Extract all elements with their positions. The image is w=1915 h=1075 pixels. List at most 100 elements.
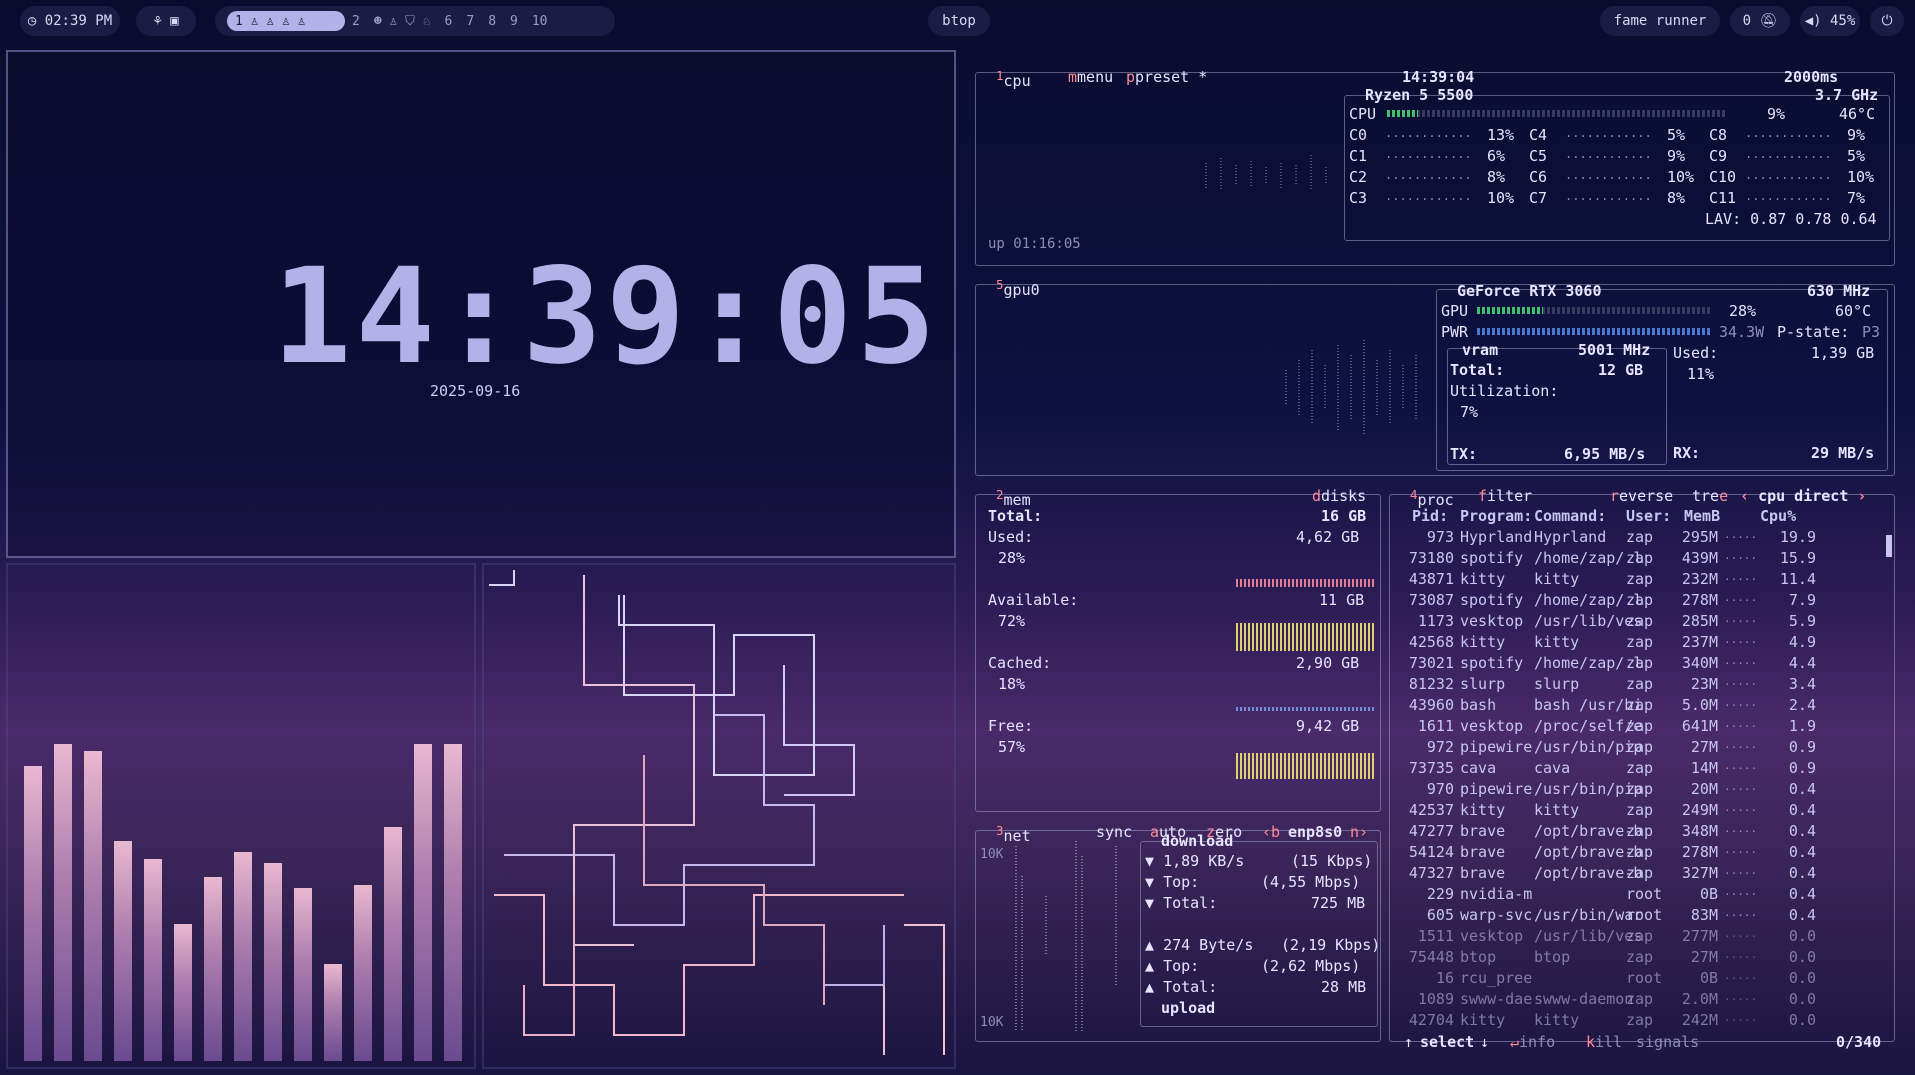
workspace-6[interactable]: 6: [445, 14, 453, 29]
proc-filter[interactable]: filter: [1478, 487, 1532, 505]
mem-available-value: 11 GB: [1319, 591, 1365, 609]
proc-user: zap: [1626, 822, 1654, 840]
notifications-pill[interactable]: 0 🔕︎: [1730, 6, 1790, 36]
workspace-9[interactable]: 9: [510, 14, 518, 29]
proc-pid: 73087: [1408, 591, 1454, 609]
network-icon[interactable]: ⚘: [153, 13, 170, 29]
proc-tree[interactable]: tree: [1692, 487, 1728, 505]
net-interface[interactable]: enp8s0: [1288, 823, 1342, 841]
active-window-title: btop: [942, 13, 976, 29]
proc-sort[interactable]: ‹ cpu direct ›: [1740, 487, 1866, 505]
proc-scrollbar[interactable]: [1886, 535, 1892, 557]
update-interval[interactable]: 2000ms: [1784, 68, 1838, 86]
proc-user: zap: [1626, 654, 1654, 672]
proc-mem: 277M: [1681, 927, 1718, 945]
proc-cpu: 0.9: [1788, 738, 1816, 756]
pid-header[interactable]: Pid:: [1412, 507, 1448, 525]
disks-tab[interactable]: ddisks: [1312, 487, 1366, 505]
cava-bar: [384, 827, 402, 1061]
net-next[interactable]: n›: [1350, 823, 1368, 841]
mem-used-value: 4,62 GB: [1296, 528, 1360, 546]
gpu-tab[interactable]: 5gpu0: [996, 277, 1040, 299]
pstate-label: P-state:: [1777, 323, 1850, 341]
cpu-core-graph: ............: [1385, 189, 1472, 203]
cpu-tab[interactable]: 1cpu: [996, 68, 1031, 90]
vram-total-label: Total:: [1450, 361, 1505, 379]
workspace-2[interactable]: 2: [352, 14, 360, 29]
proc-mem: 23M: [1690, 675, 1718, 693]
pipes-window[interactable]: [482, 563, 956, 1069]
user-header[interactable]: User:: [1626, 507, 1671, 525]
proc-pid: 1511: [1417, 927, 1454, 945]
proc-user: zap: [1626, 1011, 1654, 1029]
gpu-graph: [1285, 340, 1417, 435]
workspace-10[interactable]: 10: [532, 14, 548, 29]
mem-header[interactable]: MemB: [1684, 507, 1720, 525]
active-window-pill[interactable]: btop: [928, 6, 990, 36]
clock-window[interactable]: 14:39:05 2025-09-16: [6, 50, 956, 558]
proc-command: kitty: [1534, 633, 1580, 651]
menu-tab[interactable]: mmenu: [1068, 68, 1113, 86]
cpu-header[interactable]: Cpu%: [1760, 507, 1796, 525]
notification-count: 0: [1742, 13, 1752, 29]
proc-cpu: 0.4: [1788, 822, 1816, 840]
command-header[interactable]: Command:: [1534, 507, 1606, 525]
proc-cpu-graph: .....: [1724, 717, 1758, 730]
proc-reverse[interactable]: reverse: [1610, 487, 1673, 505]
volume-pill[interactable]: ◀) 45%: [1800, 6, 1860, 36]
cpu-core-pct: 8%: [1667, 189, 1686, 207]
power-pill[interactable]: ⏻: [1870, 6, 1904, 36]
media-pill[interactable]: fame runner: [1600, 6, 1720, 36]
preset-tab[interactable]: ppreset *: [1126, 68, 1207, 86]
proc-cpu: 0.0: [1788, 969, 1816, 987]
proc-program: slurp: [1460, 675, 1506, 693]
cpu-core-label: C7: [1529, 189, 1548, 207]
mem-tab[interactable]: 2mem: [996, 487, 1031, 509]
mem-total-label: Total:: [988, 507, 1043, 525]
proc-program: brave: [1460, 843, 1506, 861]
speaker-icon: ◀): [1804, 13, 1822, 29]
cava-window[interactable]: [6, 563, 476, 1069]
program-header[interactable]: Program:: [1460, 507, 1532, 525]
pipes-drawing: [489, 570, 945, 1055]
proc-cpu-graph: .....: [1724, 780, 1758, 793]
discord-icon[interactable]: ☻ ♙ ⛉ ♘: [374, 14, 431, 29]
cpu-core-label: C11: [1709, 189, 1737, 207]
workspace-7[interactable]: 7: [466, 14, 474, 29]
mem-used-label: Used:: [988, 528, 1034, 546]
proc-cpu-graph: .....: [1724, 969, 1758, 982]
cpu-core-graph: ............: [1385, 168, 1472, 182]
proc-program: pipewire: [1460, 738, 1533, 756]
cava-bar: [84, 751, 102, 1061]
tray-pill[interactable]: ⚘ ▣: [136, 6, 196, 36]
info-button[interactable]: ↵info: [1510, 1033, 1555, 1051]
monitor-icon[interactable]: ▣: [170, 13, 178, 29]
proc-cpu-graph: .....: [1724, 675, 1758, 688]
signals-button[interactable]: signals: [1636, 1033, 1699, 1051]
workspace-8[interactable]: 8: [488, 14, 496, 29]
net-stats-box: download ▼ 1,89 KB/s (15 Kbps) ▼ Top: (4…: [1140, 832, 1380, 1027]
power-icon: ⏻: [1881, 13, 1893, 29]
proc-pid: 75448: [1408, 948, 1454, 966]
proc-command: btop: [1534, 948, 1571, 966]
mem-free-graph: [1236, 753, 1374, 779]
vram-used-value: 1,39 GB: [1811, 344, 1875, 362]
gpu-box: 5gpu0 GeForce RTX 3060 630 MHz GPU 28% 6…: [975, 277, 1895, 476]
proc-tab[interactable]: 4proc: [1410, 487, 1454, 509]
proc-program: brave: [1460, 822, 1506, 840]
net-box: 3net sync auto zero ‹b enp8s0 n› 10K 10K…: [975, 823, 1381, 1042]
cpu-core-graph: ............: [1565, 168, 1652, 182]
kill-button[interactable]: kill: [1586, 1033, 1622, 1051]
proc-count: 0/340: [1836, 1033, 1882, 1051]
ul-top-value: (2,62 Mbps): [1261, 957, 1361, 975]
workspace-1[interactable]: 1 ♙ ♙ ♙ ♙: [227, 11, 345, 31]
proc-cpu: 1.9: [1788, 717, 1816, 735]
proc-mem: 2.0M: [1681, 990, 1718, 1008]
cava-bar: [414, 744, 432, 1061]
net-prev[interactable]: ‹b: [1262, 823, 1280, 841]
proc-mem: 641M: [1681, 717, 1718, 735]
pwr-label: PWR: [1441, 323, 1469, 341]
select-button[interactable]: select: [1420, 1033, 1474, 1051]
proc-user: zap: [1626, 633, 1654, 651]
clock-pill[interactable]: ◷ 02:39 PM: [20, 6, 120, 36]
